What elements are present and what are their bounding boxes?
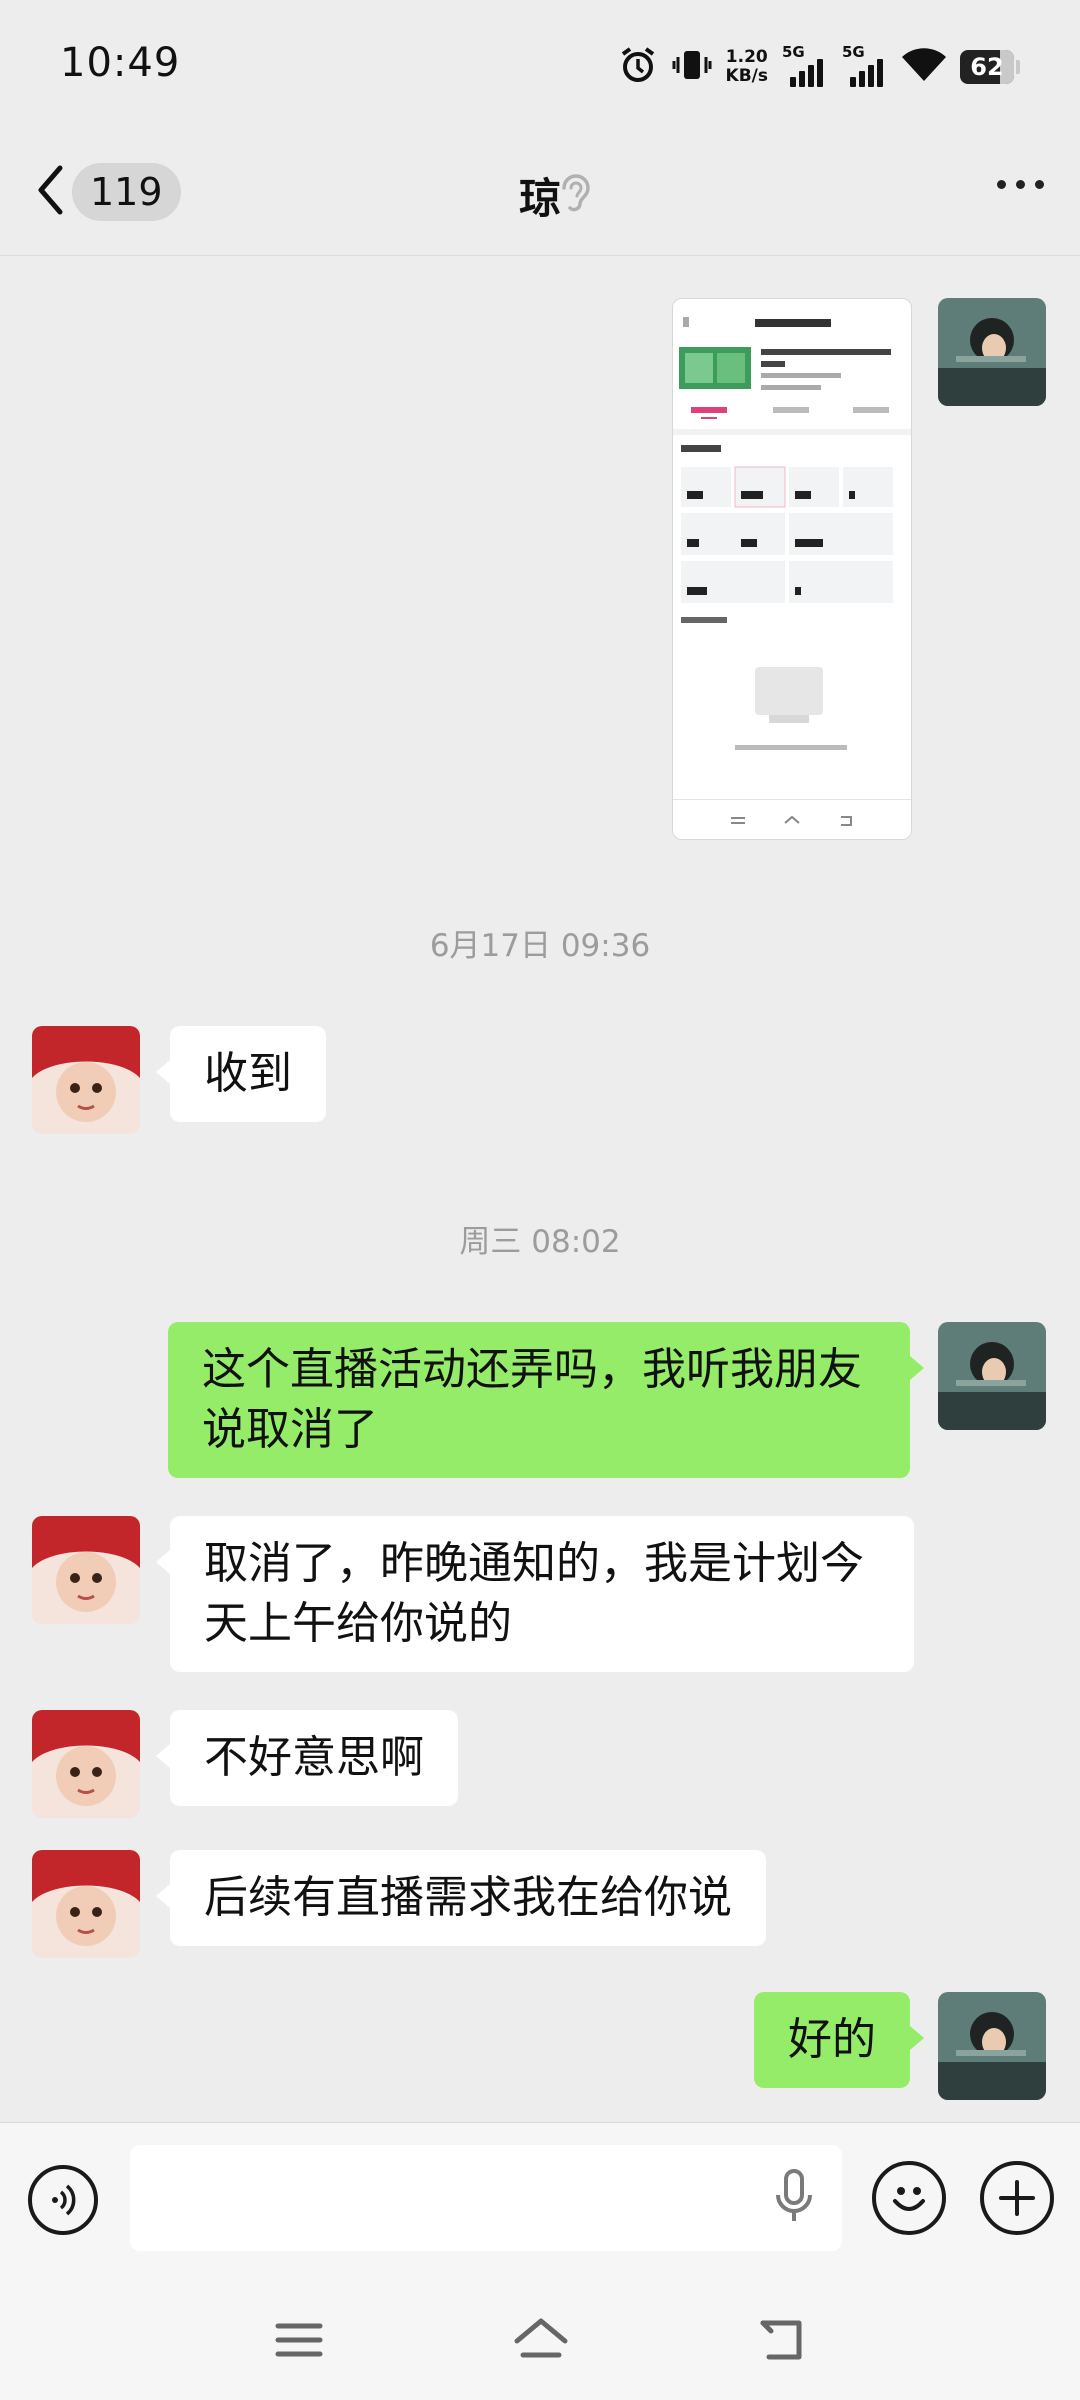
system-navigation-bar bbox=[0, 2276, 1080, 2400]
image-message[interactable] bbox=[672, 298, 912, 840]
status-bar: 10:49 1.20 KB/s 5G 5G 62 bbox=[0, 0, 1080, 130]
chat-title: 琼 bbox=[518, 174, 561, 223]
status-time: 10:49 bbox=[60, 40, 181, 86]
my-avatar[interactable] bbox=[938, 1322, 1046, 1430]
signal-2-label: 5G bbox=[842, 43, 865, 61]
battery-icon: 62 bbox=[960, 50, 1020, 84]
my-avatar[interactable] bbox=[938, 298, 1046, 406]
wifi-icon bbox=[902, 47, 946, 87]
vibrate-icon bbox=[672, 45, 712, 89]
more-icon[interactable] bbox=[997, 180, 1044, 189]
chat-header: 119 琼 bbox=[0, 130, 1080, 256]
message-bubble-sent[interactable]: 好的 bbox=[754, 1992, 924, 2088]
alarm-icon bbox=[618, 45, 658, 89]
message-bubble-received[interactable]: 取消了，昨晚通知的，我是计划今天上午给你说的 bbox=[156, 1516, 914, 1672]
mic-icon[interactable] bbox=[770, 2167, 818, 2231]
ear-icon bbox=[556, 170, 592, 218]
message-bubble-received[interactable]: 不好意思啊 bbox=[156, 1710, 458, 1806]
contact-avatar[interactable] bbox=[32, 1710, 140, 1818]
message-input[interactable] bbox=[130, 2145, 842, 2251]
signal-2: 5G bbox=[842, 43, 888, 87]
message-bubble-sent[interactable]: 这个直播活动还弄吗，我听我朋友说取消了 bbox=[168, 1322, 924, 1478]
timestamp: 周三 08:02 bbox=[459, 1224, 621, 1260]
message-bubble-received[interactable]: 收到 bbox=[156, 1026, 326, 1122]
emoji-icon[interactable] bbox=[872, 2161, 946, 2235]
contact-avatar[interactable] bbox=[32, 1516, 140, 1624]
voice-icon[interactable] bbox=[28, 2165, 98, 2235]
message-bubble-received[interactable]: 后续有直播需求我在给你说 bbox=[156, 1850, 766, 1946]
screenshot-thumbnail bbox=[673, 299, 911, 839]
signal-1: 5G bbox=[782, 43, 828, 87]
contact-avatar[interactable] bbox=[32, 1850, 140, 1958]
battery-level: 62 bbox=[970, 53, 1004, 81]
input-bar bbox=[0, 2122, 1080, 2277]
back-nav-icon[interactable] bbox=[746, 2310, 816, 2370]
signal-1-label: 5G bbox=[782, 43, 805, 61]
home-icon[interactable] bbox=[506, 2310, 576, 2370]
my-avatar[interactable] bbox=[938, 1992, 1046, 2100]
net-speed-unit: KB/s bbox=[725, 66, 768, 86]
contact-avatar[interactable] bbox=[32, 1026, 140, 1134]
net-speed-value: 1.20 bbox=[725, 47, 768, 67]
net-speed: 1.20 KB/s bbox=[726, 48, 768, 86]
plus-icon[interactable] bbox=[980, 2161, 1054, 2235]
menu-icon[interactable] bbox=[264, 2310, 334, 2370]
timestamp: 6月17日 09:36 bbox=[429, 928, 651, 964]
status-icons: 1.20 KB/s 5G 5G 62 bbox=[618, 42, 1020, 92]
